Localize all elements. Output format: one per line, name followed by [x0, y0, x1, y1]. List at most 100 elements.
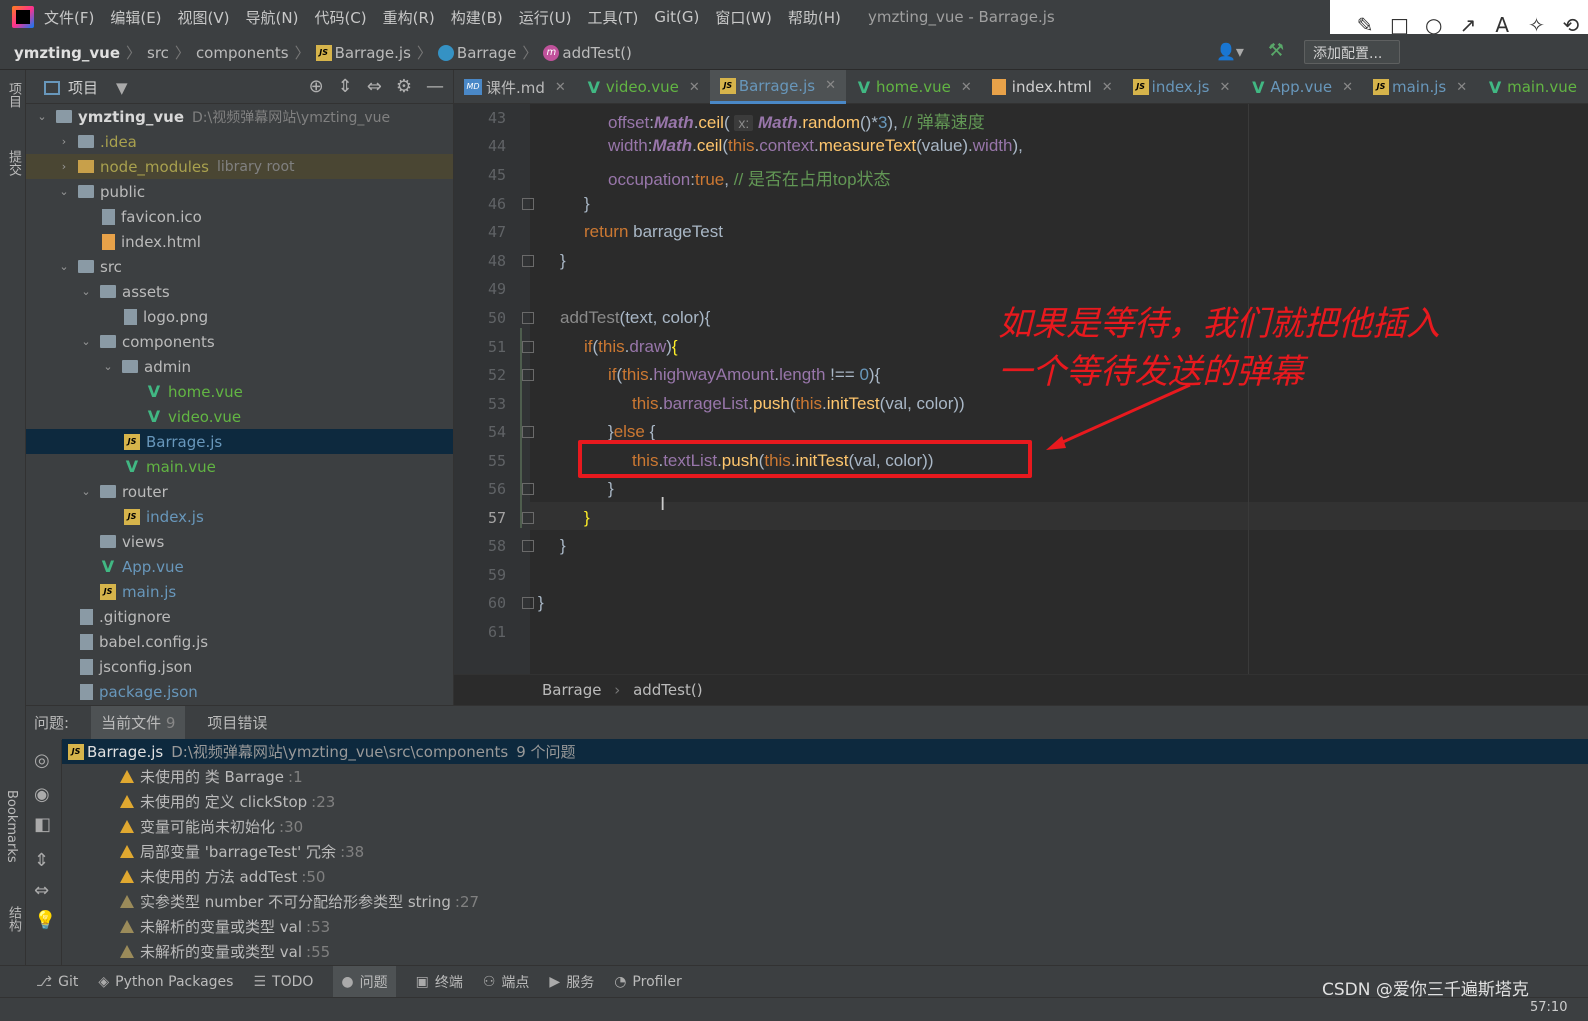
fold-marker[interactable]	[522, 312, 534, 324]
tab-main-js[interactable]: JS main.js ✕	[1363, 70, 1477, 104]
chevron-down-icon[interactable]: ⌄	[34, 110, 50, 123]
tree-item-assets[interactable]: ⌄ assets	[26, 279, 453, 304]
tab-current-file[interactable]: 当前文件 9	[91, 705, 186, 739]
expand-all-icon[interactable]: ⇕	[338, 76, 353, 97]
python-packages-tool-button[interactable]: ◈ Python Packages	[98, 974, 233, 990]
tree-item-root[interactable]: ⌄ ymzting_vue D:\视频弹幕网站\ymzting_vue	[26, 104, 453, 129]
expand-icon[interactable]: ⇕	[34, 850, 49, 871]
tree-item-logo[interactable]: logo.png	[26, 304, 453, 329]
endpoints-tool-button[interactable]: ⚇ 端点	[483, 972, 530, 992]
tab-index-html[interactable]: index.html ✕	[982, 70, 1123, 104]
menu-view[interactable]: 视图(V)	[178, 7, 230, 28]
chevron-right-icon[interactable]: ›	[56, 160, 72, 173]
problems-tool-button[interactable]: ● 问题	[333, 965, 396, 998]
tree-item-router-index-js[interactable]: JS index.js	[26, 504, 453, 529]
close-icon[interactable]: ✕	[825, 78, 836, 93]
menu-window[interactable]: 窗口(W)	[715, 7, 772, 28]
services-tool-button[interactable]: ▶ 服务	[549, 972, 594, 992]
fold-marker[interactable]	[522, 341, 534, 353]
project-tool-tab[interactable]: 项目	[4, 82, 23, 108]
problem-item[interactable]: 变量可能尚未初始化:30	[62, 814, 1588, 839]
chevron-down-icon[interactable]: ⌄	[100, 360, 116, 373]
crumb-class[interactable]: Barrage	[457, 44, 517, 62]
menu-file[interactable]: 文件(F)	[44, 7, 94, 28]
problem-item[interactable]: 未使用的 定义 clickStop:23	[62, 789, 1588, 814]
tab-video-vue[interactable]: Vvideo.vue ✕	[576, 70, 710, 104]
chevron-down-icon[interactable]: ⌄	[78, 335, 94, 348]
tree-item-favicon[interactable]: favicon.ico	[26, 204, 453, 229]
tree-item-video-vue[interactable]: Vvideo.vue	[26, 404, 453, 429]
tree-item-admin[interactable]: ⌄ admin	[26, 354, 453, 379]
add-configuration-button[interactable]: 添加配置...	[1304, 40, 1400, 64]
hide-icon[interactable]: —	[426, 76, 444, 97]
chevron-down-icon[interactable]: ⌄	[56, 260, 72, 273]
tree-item-components[interactable]: ⌄ components	[26, 329, 453, 354]
problem-item[interactable]: 实参类型 number 不可分配给形参类型 string:27	[62, 889, 1588, 914]
menu-help[interactable]: 帮助(H)	[788, 7, 841, 28]
tab-courseware-md[interactable]: MD 课件.md ✕	[454, 70, 576, 104]
commit-tool-tab[interactable]: 提交	[4, 150, 23, 176]
menu-navigate[interactable]: 导航(N)	[246, 7, 299, 28]
tree-item-package-json[interactable]: package.json	[26, 679, 453, 704]
tree-item-index-html[interactable]: index.html	[26, 229, 453, 254]
chevron-down-icon[interactable]: ⌄	[56, 185, 72, 198]
project-panel-title[interactable]: 项目 ▼	[44, 77, 128, 98]
auto-scroll-icon[interactable]: ◎	[34, 750, 50, 771]
chevron-down-icon[interactable]: ⌄	[78, 485, 94, 498]
fold-marker[interactable]	[522, 597, 534, 609]
chevron-down-icon[interactable]: ▼	[116, 79, 128, 97]
lightbulb-icon[interactable]: 💡	[34, 910, 56, 931]
git-tool-button[interactable]: ⎇ Git	[36, 974, 78, 990]
menu-refactor[interactable]: 重构(R)	[383, 7, 435, 28]
close-icon[interactable]: ✕	[1456, 80, 1467, 95]
todo-tool-button[interactable]: ☰ TODO	[253, 974, 313, 990]
tree-item-main-vue[interactable]: Vmain.vue	[26, 454, 453, 479]
tree-item-barrage-js[interactable]: JS Barrage.js	[26, 429, 453, 454]
fold-marker[interactable]	[522, 483, 534, 495]
problem-file-row[interactable]: JS Barrage.js D:\视频弹幕网站\ymzting_vue\src\…	[62, 739, 1588, 764]
crumb-components[interactable]: components	[196, 44, 289, 62]
tree-item-babel-config[interactable]: babel.config.js	[26, 629, 453, 654]
tree-item-main-js[interactable]: JS main.js	[26, 579, 453, 604]
preview-icon[interactable]: ◧	[34, 814, 51, 835]
tab-main-vue[interactable]: Vmain.vue	[1477, 70, 1587, 104]
gear-icon[interactable]: ⚙	[396, 76, 412, 97]
crumb-file[interactable]: Barrage.js	[335, 44, 411, 62]
fold-marker[interactable]	[522, 426, 534, 438]
crumb-class[interactable]: Barrage	[542, 681, 602, 699]
tree-item-jsconfig[interactable]: jsconfig.json	[26, 654, 453, 679]
menu-git[interactable]: Git(G)	[654, 8, 699, 26]
close-icon[interactable]: ✕	[961, 80, 972, 95]
fold-marker[interactable]	[522, 198, 534, 210]
structure-tool-tab[interactable]: 结构	[4, 906, 23, 932]
tab-barrage-js[interactable]: JS Barrage.js ✕	[709, 70, 846, 104]
crumb-project[interactable]: ymzting_vue	[14, 44, 120, 62]
terminal-tool-button[interactable]: ▣ 终端	[416, 972, 463, 992]
close-icon[interactable]: ✕	[1102, 80, 1113, 95]
tree-item-router[interactable]: ⌄ router	[26, 479, 453, 504]
tab-project-errors[interactable]: 项目错误	[207, 712, 267, 733]
tree-item-views[interactable]: views	[26, 529, 453, 554]
crumb-method[interactable]: addTest()	[562, 44, 631, 62]
problem-item[interactable]: 未使用的 方法 addTest:50	[62, 864, 1588, 889]
menu-run[interactable]: 运行(U)	[519, 7, 572, 28]
profiler-tool-button[interactable]: ◔ Profiler	[614, 974, 682, 990]
tree-item-gitignore[interactable]: .gitignore	[26, 604, 453, 629]
collapse-icon[interactable]: ⇔	[34, 880, 49, 901]
tab-index-js[interactable]: JS index.js ✕	[1123, 70, 1241, 104]
problem-item[interactable]: 未使用的 类 Barrage:1	[62, 764, 1588, 789]
tab-app-vue[interactable]: V App.vue ✕	[1240, 70, 1363, 104]
close-icon[interactable]: ✕	[1219, 80, 1230, 95]
chevron-right-icon[interactable]: ›	[56, 135, 72, 148]
close-icon[interactable]: ✕	[1342, 80, 1353, 95]
collapse-all-icon[interactable]: ⇔	[367, 76, 382, 97]
tab-home-vue[interactable]: Vhome.vue ✕	[846, 70, 982, 104]
fold-marker[interactable]	[522, 540, 534, 552]
close-icon[interactable]: ✕	[555, 80, 566, 95]
problem-item[interactable]: 未解析的变量或类型 val:55	[62, 939, 1588, 964]
fold-marker[interactable]	[522, 255, 534, 267]
tree-item-public[interactable]: ⌄ public	[26, 179, 453, 204]
crumb-src[interactable]: src	[147, 44, 169, 62]
fold-marker[interactable]	[522, 369, 534, 381]
menu-edit[interactable]: 编辑(E)	[110, 7, 161, 28]
